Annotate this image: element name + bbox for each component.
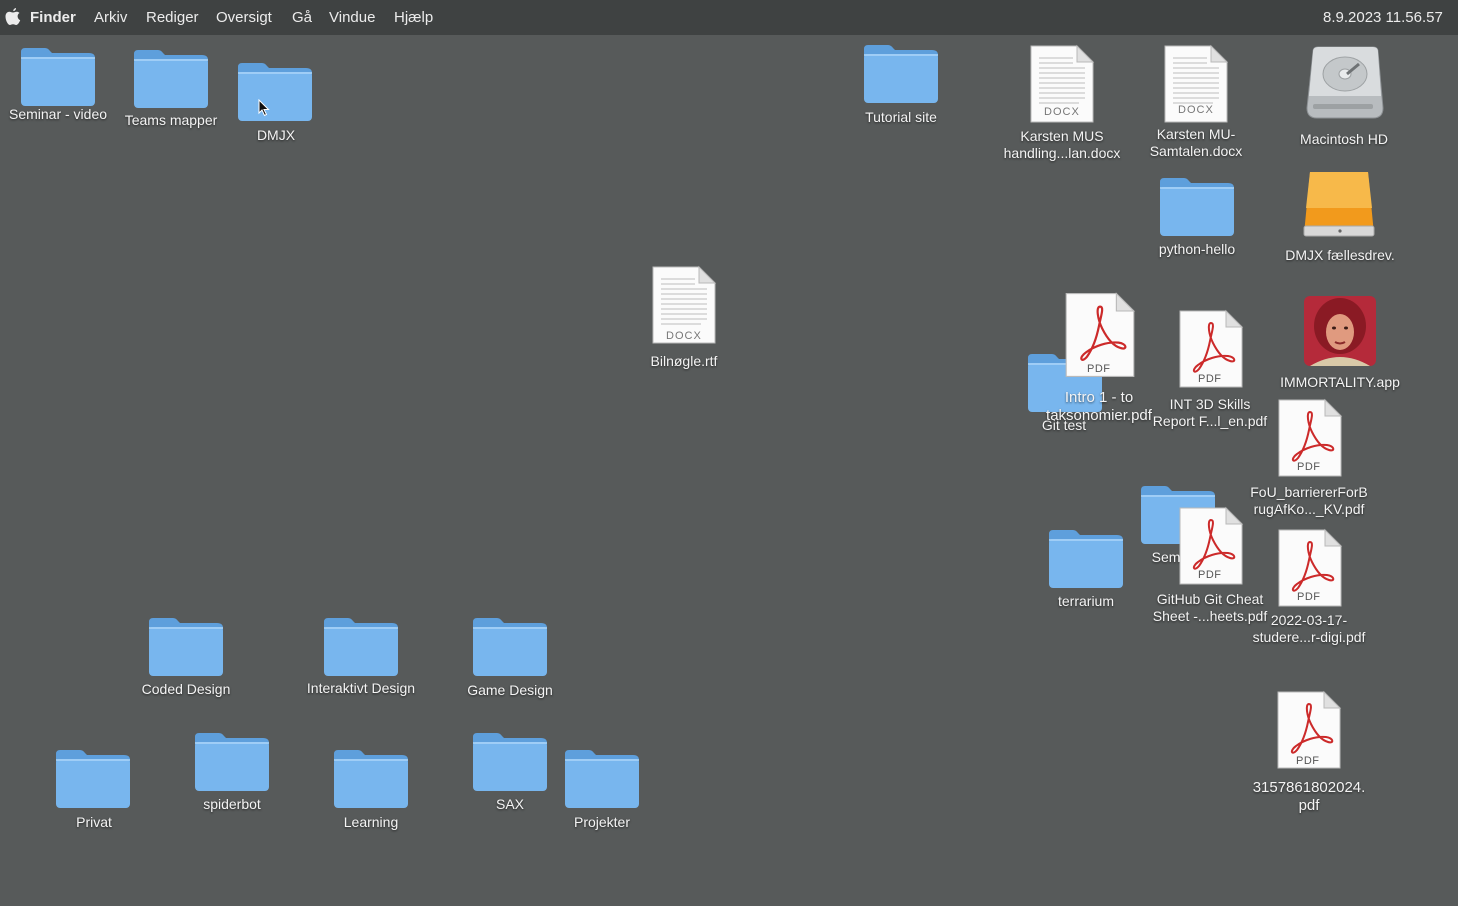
menu-arkiv[interactable]: Arkiv xyxy=(94,9,127,26)
item-label: Sem xyxy=(1151,549,1181,565)
docx-badge: DOCX xyxy=(666,330,702,342)
item-label-line2: pdf xyxy=(1298,797,1320,814)
item-label-line1: FoU_barriererForB xyxy=(1250,484,1368,500)
item-label-line2: taksonomier.pdf xyxy=(1046,407,1152,424)
item-label-line2: rugAfKo..._KV.pdf xyxy=(1253,501,1365,517)
folder-icon[interactable] xyxy=(147,614,225,678)
folder-icon[interactable] xyxy=(563,746,641,810)
item-label-line1: Karsten MU- xyxy=(1156,126,1236,142)
item-label-line1: Intro 1 - to xyxy=(1064,389,1134,406)
folder-icon[interactable] xyxy=(193,729,271,793)
folder-icon[interactable] xyxy=(54,746,132,810)
folder-icon[interactable] xyxy=(862,41,940,105)
folder-icon[interactable] xyxy=(471,614,549,678)
item-label: IMMORTALITY.app xyxy=(1280,374,1400,390)
item-label: Tutorial site xyxy=(865,109,937,125)
folder-icon[interactable] xyxy=(1047,526,1125,590)
item-label-line2: studere...r-digi.pdf xyxy=(1252,629,1366,645)
item-label: Game Design xyxy=(467,682,553,698)
item-label: SAX xyxy=(495,796,525,812)
item-label: terrarium xyxy=(1057,593,1115,609)
pdf-badge: PDF xyxy=(1297,591,1321,603)
menu-clock[interactable]: 8.9.2023 11.56.57 xyxy=(1323,9,1443,26)
menu-bar: Finder Arkiv Rediger Oversigt Gå Vindue … xyxy=(0,0,1458,35)
folder-icon[interactable] xyxy=(19,44,97,108)
item-label: Seminar - video xyxy=(8,106,108,122)
item-label: Bilnøgle.rtf xyxy=(650,353,718,369)
docx-badge: DOCX xyxy=(1044,106,1080,118)
apple-menu-icon[interactable] xyxy=(5,8,21,26)
folder-icon[interactable] xyxy=(132,46,210,110)
menu-rediger[interactable]: Rediger xyxy=(146,9,199,26)
item-label: spiderbot xyxy=(203,796,261,812)
folder-icon[interactable] xyxy=(322,614,400,678)
folder-icon[interactable] xyxy=(332,746,410,810)
menu-ga[interactable]: Gå xyxy=(292,9,312,26)
pdf-badge: PDF xyxy=(1296,755,1320,767)
pdf-badge: PDF xyxy=(1297,461,1321,473)
item-label: Privat xyxy=(76,814,112,830)
item-label: Macintosh HD xyxy=(1300,131,1388,147)
item-label: Learning xyxy=(343,814,399,830)
menu-hjaelp[interactable]: Hjælp xyxy=(394,9,433,26)
item-label-line2: Samtalen.docx xyxy=(1149,143,1243,159)
item-label-line1: 3157861802024. xyxy=(1252,779,1366,796)
menu-oversigt[interactable]: Oversigt xyxy=(216,9,272,26)
item-label-line1: 2022-03-17- xyxy=(1270,612,1348,628)
hard-drive-icon[interactable] xyxy=(1303,44,1387,124)
menu-finder[interactable]: Finder xyxy=(30,9,76,26)
folder-icon[interactable] xyxy=(471,729,549,793)
item-label-line1: Karsten MUS xyxy=(1020,128,1104,144)
pdf-badge: PDF xyxy=(1198,373,1222,385)
item-label: DMJX xyxy=(256,127,296,143)
item-label-line2: handling...lan.docx xyxy=(1003,145,1121,161)
item-label-line1: INT 3D Skills xyxy=(1169,396,1251,412)
item-label: python-hello xyxy=(1158,241,1236,257)
pdf-badge: PDF xyxy=(1198,569,1222,581)
item-label: Coded Design xyxy=(141,681,231,697)
docx-badge: DOCX xyxy=(1178,104,1214,116)
external-drive-icon[interactable] xyxy=(1302,168,1378,242)
item-label: Interaktivt Design xyxy=(306,680,416,696)
folder-icon[interactable] xyxy=(236,59,314,123)
app-icon[interactable] xyxy=(1304,296,1376,366)
folder-icon[interactable] xyxy=(1158,174,1236,238)
item-label: Projekter xyxy=(573,814,631,830)
pdf-badge: PDF xyxy=(1087,363,1111,375)
item-label-line2: Sheet -...heets.pdf xyxy=(1152,608,1268,624)
item-label: Teams mapper xyxy=(124,112,218,128)
item-label-line2: Report F...l_en.pdf xyxy=(1152,413,1268,429)
menu-vindue[interactable]: Vindue xyxy=(329,9,375,26)
item-label-line1: GitHub Git Cheat xyxy=(1156,591,1264,607)
mouse-cursor-icon xyxy=(258,99,270,117)
item-label: DMJX fællesdrev. xyxy=(1285,247,1395,263)
